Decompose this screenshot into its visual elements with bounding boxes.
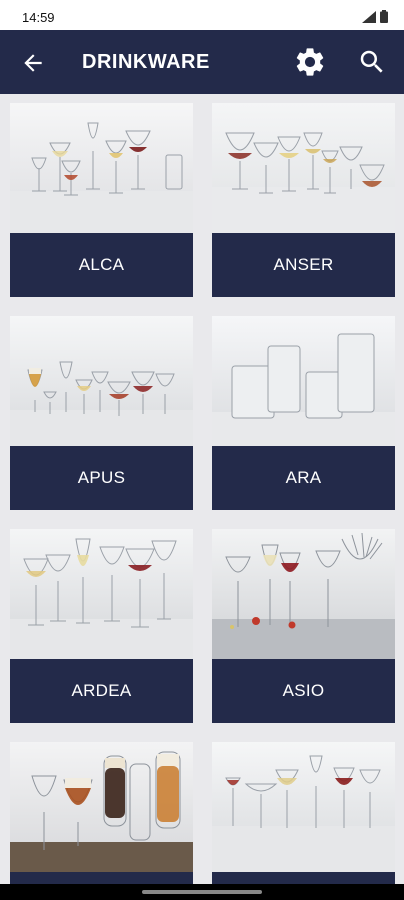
product-grid: ALCA ANSER APUS ARA ARDEA ASIO xyxy=(0,94,404,884)
product-image xyxy=(212,103,395,233)
product-image xyxy=(10,529,193,659)
product-name: ALCA xyxy=(78,255,125,274)
product-name: APUS xyxy=(77,468,126,487)
app-bar: DRINKWARE xyxy=(0,30,404,94)
product-card-ardea[interactable]: ARDEA xyxy=(10,529,193,723)
product-name: ANSER xyxy=(273,255,334,274)
battery-icon xyxy=(380,10,388,23)
product-image xyxy=(212,742,395,872)
product-image xyxy=(212,529,395,659)
search-icon xyxy=(360,50,383,73)
product-label-bar: APUS xyxy=(10,446,193,510)
page-title: DRINKWARE xyxy=(82,51,210,73)
product-name: ARDEA xyxy=(71,681,132,700)
settings-button[interactable] xyxy=(293,45,327,79)
back-button[interactable] xyxy=(20,50,46,76)
signal-icon xyxy=(362,11,376,23)
arrow-left-icon xyxy=(24,54,42,72)
product-label-bar: ARA xyxy=(212,446,395,510)
status-icons xyxy=(362,10,388,23)
status-time: 14:59 xyxy=(22,10,55,25)
product-card[interactable] xyxy=(10,742,193,884)
product-image xyxy=(10,103,193,233)
home-indicator[interactable] xyxy=(142,890,262,894)
product-card[interactable] xyxy=(212,742,395,884)
product-card-apus[interactable]: APUS xyxy=(10,316,193,510)
product-name: ASIO xyxy=(282,681,325,700)
product-card-asio[interactable]: ASIO xyxy=(212,529,395,723)
product-card-anser[interactable]: ANSER xyxy=(212,103,395,297)
product-label-bar: ASIO xyxy=(212,659,395,723)
system-nav-bar xyxy=(0,884,404,900)
product-name: ARA xyxy=(285,468,322,487)
product-label-bar xyxy=(212,872,395,884)
product-label-bar: ANSER xyxy=(212,233,395,297)
product-label-bar: ARDEA xyxy=(10,659,193,723)
product-image xyxy=(212,316,395,446)
product-image xyxy=(10,316,193,446)
product-card-alca[interactable]: ALCA xyxy=(10,103,193,297)
product-label-bar xyxy=(10,872,193,884)
product-image xyxy=(10,742,193,872)
search-button[interactable] xyxy=(357,47,387,77)
gear-icon xyxy=(296,48,324,76)
product-label-bar: ALCA xyxy=(10,233,193,297)
product-card-ara[interactable]: ARA xyxy=(212,316,395,510)
status-bar: 14:59 xyxy=(0,0,404,30)
